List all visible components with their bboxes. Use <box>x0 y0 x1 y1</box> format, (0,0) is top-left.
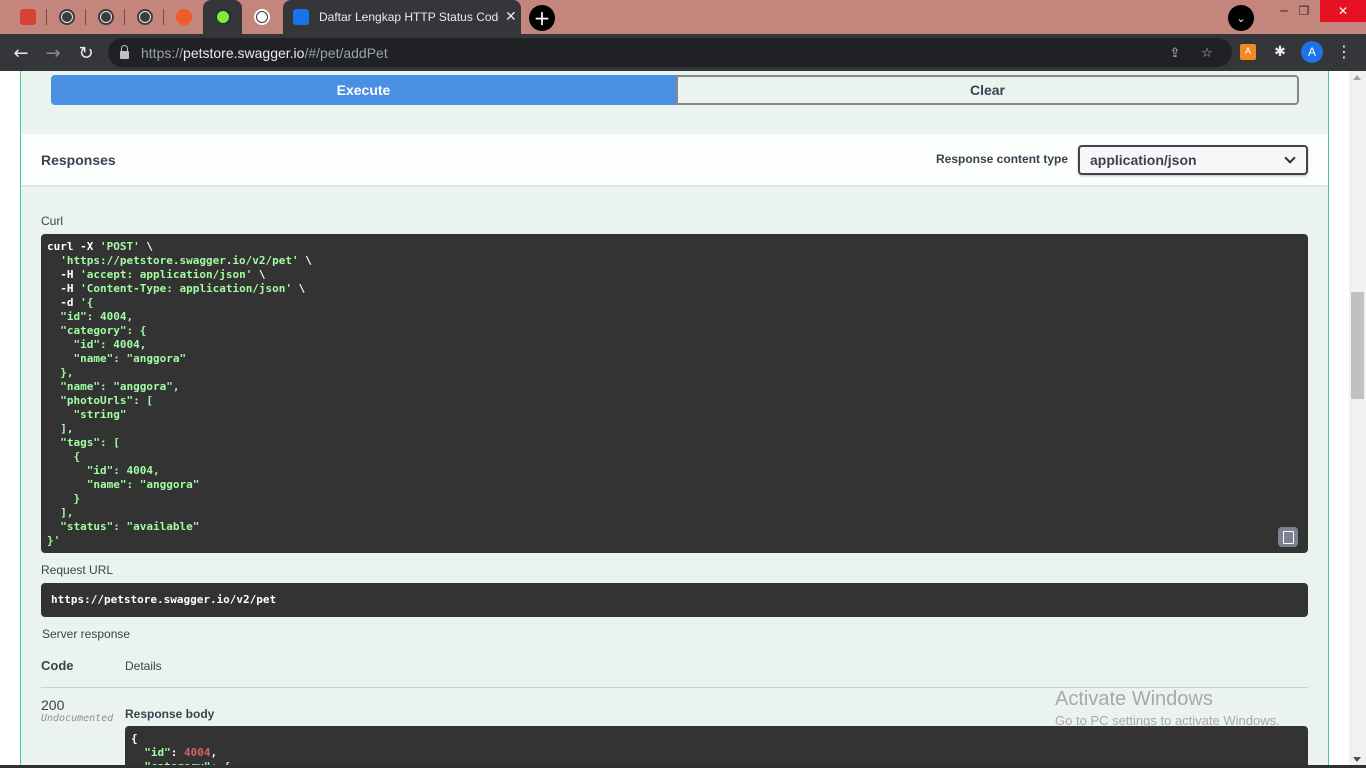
response-body-text: { "id": 4004, "category": { <box>131 732 231 768</box>
curl-line: "tags": [ <box>47 436 120 449</box>
globe-icon <box>97 9 114 25</box>
curl-line: "string" <box>47 408 127 421</box>
site-favicon-icon <box>293 9 309 25</box>
curl-line: "photoUrls": [ <box>47 394 153 407</box>
chevron-down-icon <box>1284 152 1296 164</box>
response-body-block: { "id": 4004, "category": { <box>125 726 1308 768</box>
column-code: Code <box>41 658 74 673</box>
curl-line: "category": { <box>47 324 147 337</box>
operation-block-post: Execute Clear Responses Response content… <box>20 71 1329 768</box>
forward-button[interactable]: → <box>40 40 66 66</box>
response-undocumented: Undocumented <box>41 713 114 724</box>
responses-table-header: Code Details <box>41 654 1308 688</box>
tab-site-4[interactable] <box>242 0 281 34</box>
curl-line: -H 'Content-Type: application/json' \ <box>47 282 306 295</box>
content-type-select[interactable]: application/json <box>1078 145 1308 175</box>
curl-line: ], <box>47 422 74 435</box>
tab-postman[interactable] <box>164 0 203 34</box>
globe-icon <box>136 9 153 25</box>
curl-line: "name": "anggora" <box>47 478 200 491</box>
browser-toolbar: ← → ↻ https://petstore.swagger.io/#/pet/… <box>0 34 1366 71</box>
windows-activation-watermark: Activate Windows Go to PC settings to ac… <box>1055 688 1280 728</box>
tab-site-1[interactable] <box>47 0 86 34</box>
tab-search-button[interactable]: ⌄ <box>1228 5 1254 31</box>
curl-line: 'https://petstore.swagger.io/v2/pet' \ <box>60 254 312 267</box>
execute-button[interactable]: Execute <box>51 75 676 105</box>
request-url-block: https://petstore.swagger.io/v2/pet <box>41 583 1308 617</box>
tab-swagger[interactable] <box>203 0 242 34</box>
address-bar[interactable]: https://petstore.swagger.io/#/pet/addPet… <box>108 38 1232 67</box>
curl-code-block: curl -X 'POST' \ 'https://petstore.swagg… <box>41 234 1308 553</box>
responses-header: Responses Response content type applicat… <box>21 134 1328 185</box>
curl-command-text: curl -X 'POST' \ 'https://petstore.swagg… <box>47 240 312 548</box>
scrollbar-thumb[interactable] <box>1351 292 1364 399</box>
curl-label: Curl <box>41 214 64 228</box>
new-tab-button[interactable]: + <box>529 5 555 31</box>
curl-line: } <box>47 492 81 505</box>
curl-line: "name": "anggora" <box>47 352 187 365</box>
postman-icon <box>175 9 192 25</box>
tab-close-icon[interactable]: ✕ <box>505 9 517 25</box>
bookmark-star-icon[interactable]: ☆ <box>1199 45 1215 61</box>
url-text: https://petstore.swagger.io/#/pet/addPet <box>141 44 388 61</box>
clear-button[interactable]: Clear <box>676 75 1299 105</box>
page-scrollbar[interactable] <box>1349 71 1366 768</box>
curl-line: }, <box>47 366 74 379</box>
swagger-icon <box>214 9 231 25</box>
request-url-label: Request URL <box>41 563 114 577</box>
page-viewport: Execute Clear Responses Response content… <box>0 71 1366 768</box>
content-type-label: Response content type <box>936 152 1069 166</box>
globe-icon <box>253 9 270 25</box>
tab-http-status[interactable]: Daftar Lengkap HTTP Status Code ✕ <box>283 0 521 34</box>
share-icon[interactable]: ⇪ <box>1167 45 1183 61</box>
curl-line: curl -X 'POST' \ <box>47 240 153 253</box>
response-body-label: Response body <box>125 707 215 721</box>
maximize-button[interactable]: ❐ <box>1284 0 1324 22</box>
browser-menu-icon[interactable]: ⋮ <box>1336 42 1352 61</box>
back-button[interactable]: ← <box>8 40 34 66</box>
tab-strip: Daftar Lengkap HTTP Status Code ✕ + ⌄ ─ … <box>0 0 1366 34</box>
scroll-down-arrow-icon[interactable] <box>1353 757 1361 762</box>
curl-line: { <box>47 450 81 463</box>
curl-line: "name": "anggora", <box>47 380 180 393</box>
lock-icon <box>120 44 129 59</box>
tab-todoist[interactable] <box>8 0 47 34</box>
responses-title: Responses <box>41 151 116 168</box>
reload-button[interactable]: ↻ <box>73 40 99 66</box>
curl-line: "id": 4004, <box>47 464 160 477</box>
content-type-value: application/json <box>1090 152 1197 168</box>
tab-site-2[interactable] <box>86 0 125 34</box>
tab-title: Daftar Lengkap HTTP Status Code <box>319 10 499 24</box>
curl-line: "id": 4004, <box>47 310 134 323</box>
copy-to-clipboard-button[interactable] <box>1278 527 1298 547</box>
tab-site-3[interactable] <box>125 0 164 34</box>
window-close-button[interactable]: ✕ <box>1320 0 1366 22</box>
execute-wrapper: Execute Clear <box>51 75 1299 105</box>
curl-line: }' <box>47 534 61 547</box>
request-url-value: https://petstore.swagger.io/v2/pet <box>51 593 277 606</box>
chevron-down-icon: ⌄ <box>1236 11 1246 25</box>
curl-line: ], <box>47 506 74 519</box>
curl-line: -d '{ <box>47 296 94 309</box>
extension-icon[interactable]: A <box>1240 44 1256 60</box>
scroll-up-arrow-icon[interactable] <box>1353 75 1361 80</box>
curl-line: -H 'accept: application/json' \ <box>47 268 266 281</box>
column-details: Details <box>125 659 162 673</box>
response-status-code: 200 <box>41 697 65 713</box>
todoist-icon <box>19 9 36 25</box>
globe-icon <box>58 9 75 25</box>
curl-line: "status": "available" <box>47 520 200 533</box>
server-response-label: Server response <box>42 627 131 641</box>
extensions-puzzle-icon[interactable]: ✱ <box>1272 44 1288 60</box>
curl-line: "id": 4004, <box>47 338 147 351</box>
profile-avatar[interactable]: A <box>1301 41 1323 63</box>
